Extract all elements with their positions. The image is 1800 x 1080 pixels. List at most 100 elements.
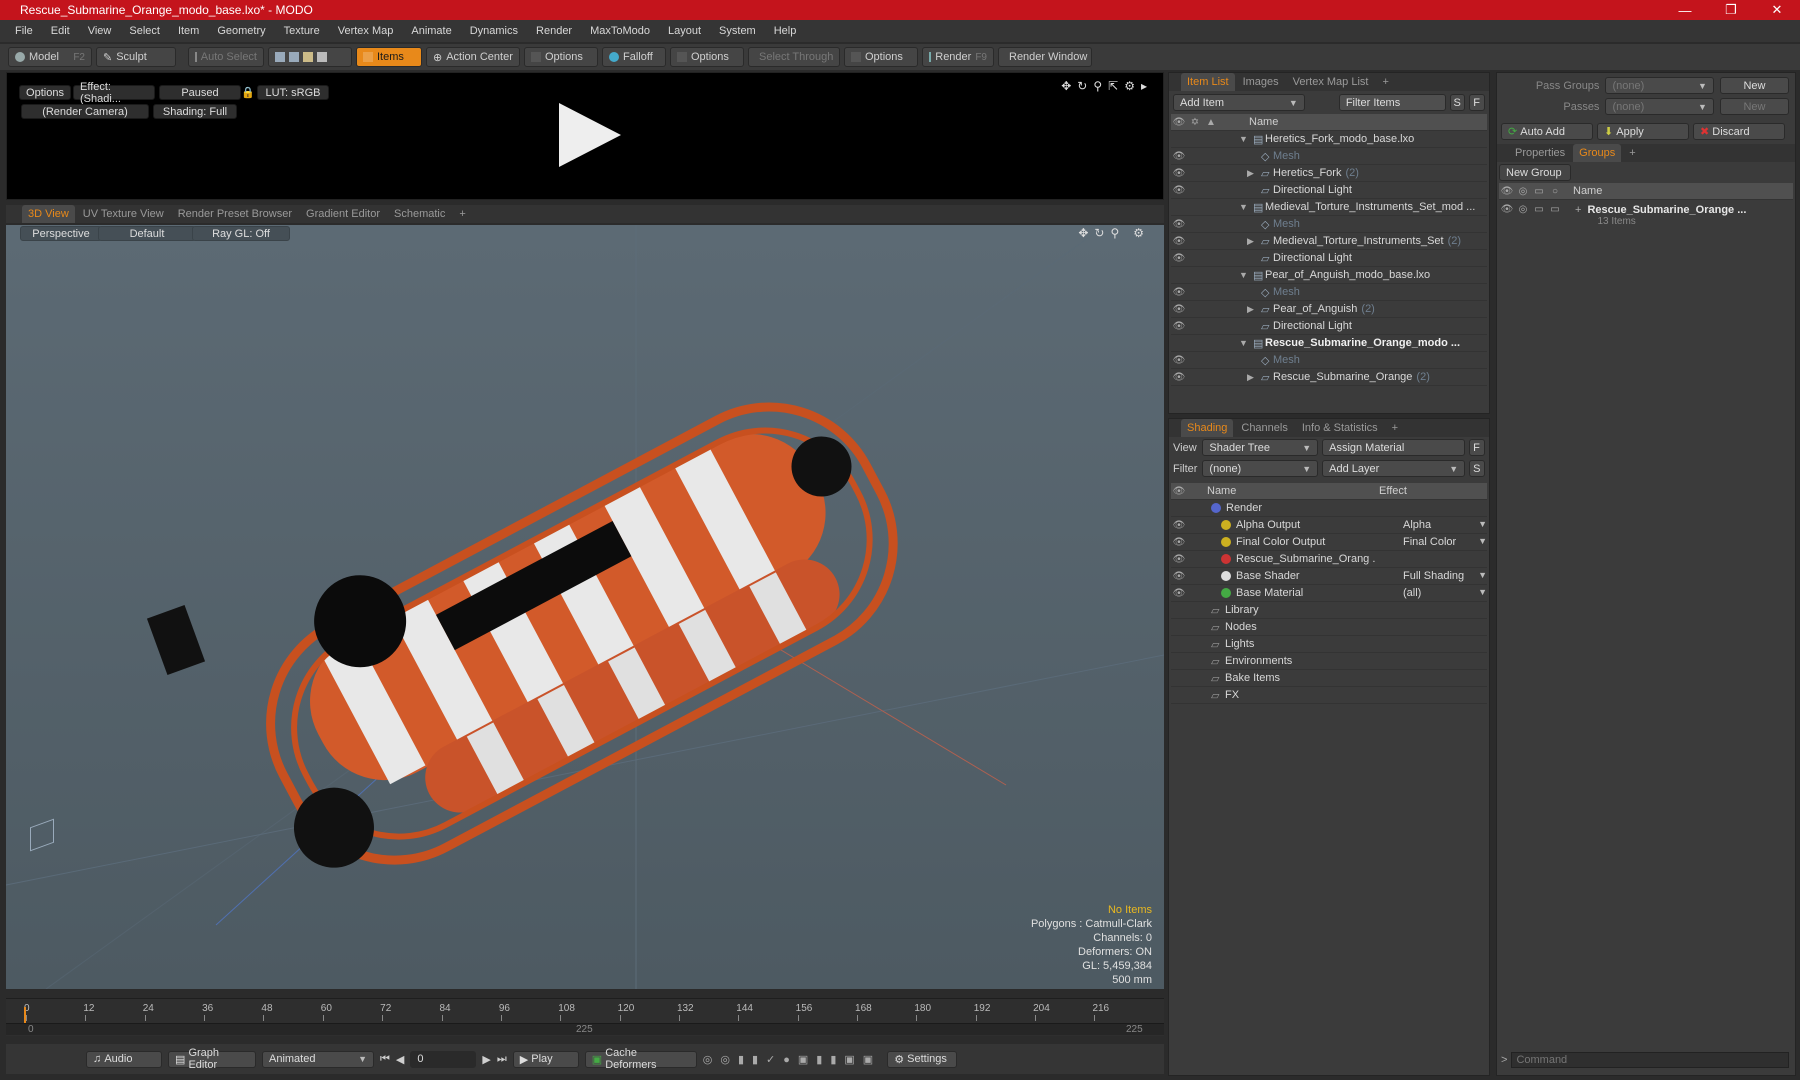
shader-tree-row[interactable]: ▱ Library bbox=[1171, 602, 1487, 619]
add-tab-icon[interactable]: + bbox=[1376, 73, 1394, 91]
graph-editor-button[interactable]: ▤ Graph Editor bbox=[168, 1047, 256, 1071]
add-tab-icon[interactable]: + bbox=[1386, 419, 1404, 437]
expand-arrow-icon[interactable]: ▶ bbox=[1247, 236, 1261, 247]
menu-view[interactable]: View bbox=[79, 25, 121, 37]
cache-deformers-button[interactable]: ▣ Cache Deformers bbox=[584, 1047, 697, 1071]
key-tool-icons[interactable]: ◎◎▮▮✓●▣▮▮▣▣ bbox=[703, 1053, 881, 1066]
go-end-icon[interactable]: ⏭ bbox=[497, 1053, 507, 1066]
view-dropdown[interactable]: Shader Tree ▼ bbox=[1202, 439, 1319, 456]
shading-s-button[interactable]: S bbox=[1469, 460, 1485, 477]
menu-select[interactable]: Select bbox=[120, 25, 169, 37]
menu-vertex-map[interactable]: Vertex Map bbox=[329, 25, 403, 37]
preview-options-button[interactable]: Options bbox=[19, 85, 71, 100]
minimize-icon[interactable]: — bbox=[1662, 3, 1708, 18]
visibility-icon[interactable]: 👁 bbox=[1171, 355, 1187, 366]
expand-arrow-icon[interactable]: ▶ bbox=[1247, 304, 1261, 315]
settings-button[interactable]: ⚙ Settings bbox=[887, 1050, 958, 1068]
visibility-icon[interactable]: 👁 bbox=[1171, 372, 1187, 383]
menu-system[interactable]: System bbox=[710, 25, 765, 37]
effect-dropdown[interactable]: Final Color ▼ bbox=[1403, 536, 1487, 548]
shader-tree-row[interactable]: ▱ Lights bbox=[1171, 636, 1487, 653]
vertex-mode-icon[interactable] bbox=[275, 52, 285, 62]
apply-button[interactable]: ⬇ Apply bbox=[1597, 123, 1689, 140]
visibility-icon[interactable]: 👁 bbox=[1171, 287, 1187, 298]
menu-texture[interactable]: Texture bbox=[275, 25, 329, 37]
lut-dropdown[interactable]: LUT: sRGB bbox=[257, 85, 329, 100]
3d-viewport[interactable]: Perspective Default Ray GL: Off ✥↻⚲ ⚙ No… bbox=[6, 225, 1164, 989]
visibility-icon[interactable]: 👁 bbox=[1171, 168, 1187, 179]
falloff-button[interactable]: Falloff bbox=[602, 47, 666, 67]
shader-tree-row[interactable]: 👁 Base Material (all) ▼ bbox=[1171, 585, 1487, 602]
action-center-options-button[interactable]: Options bbox=[524, 47, 598, 67]
expand-icon[interactable]: + bbox=[1575, 204, 1581, 232]
go-start-icon[interactable]: ⏮ bbox=[380, 1053, 390, 1066]
tab-uv-texture-view[interactable]: UV Texture View bbox=[77, 205, 170, 223]
play-preview-icon[interactable] bbox=[559, 103, 621, 167]
shading-dropdown[interactable]: Shading: Full bbox=[153, 104, 237, 119]
discard-button[interactable]: ✖ Discard bbox=[1693, 123, 1785, 140]
shader-tree-row[interactable]: 👁 Final Color Output Final Color ▼ bbox=[1171, 534, 1487, 551]
expand-arrow-icon[interactable]: ▼ bbox=[1239, 270, 1253, 280]
tab-3d-view[interactable]: 3D View bbox=[22, 205, 75, 223]
effect-dropdown[interactable]: Effect: (Shadi... bbox=[73, 81, 155, 105]
visibility-icon[interactable]: 👁 bbox=[1171, 520, 1187, 531]
add-tab-icon[interactable]: + bbox=[453, 205, 471, 223]
visibility-icon[interactable]: 👁 bbox=[1171, 537, 1187, 548]
filter-s-button[interactable]: S bbox=[1449, 94, 1466, 111]
item-list-row[interactable]: 👁 ▶ ▱ Pear_of_Anguish (2) bbox=[1171, 301, 1487, 318]
menu-edit[interactable]: Edit bbox=[42, 25, 79, 37]
add-layer-dropdown[interactable]: Add Layer ▼ bbox=[1322, 460, 1466, 477]
menu-item[interactable]: Item bbox=[169, 25, 208, 37]
play-button[interactable]: ▶ Play bbox=[512, 1050, 579, 1068]
tab-item-list[interactable]: Item List bbox=[1181, 73, 1235, 91]
select-through-button[interactable]: Select Through bbox=[748, 47, 840, 67]
next-key-icon[interactable]: ▶ bbox=[482, 1053, 490, 1066]
item-list-row[interactable]: ▼ ▤ Medieval_Torture_Instruments_Set_mod .… bbox=[1171, 199, 1487, 216]
visibility-icon[interactable]: 👁 bbox=[1171, 588, 1187, 599]
item-list-row[interactable]: 👁 ◇ Mesh bbox=[1171, 148, 1487, 165]
shader-tree-row[interactable]: ▱ Environments bbox=[1171, 653, 1487, 670]
menu-render[interactable]: Render bbox=[527, 25, 581, 37]
edge-mode-icon[interactable] bbox=[289, 52, 299, 62]
item-list-row[interactable]: ▼ ▤ Rescue_Submarine_Orange_modo ... bbox=[1171, 335, 1487, 352]
shader-tree-row[interactable]: ▱ FX bbox=[1171, 687, 1487, 704]
fit-icon[interactable]: ⇱ bbox=[1108, 79, 1124, 93]
pass-groups-dropdown[interactable]: (none) ▼ bbox=[1605, 77, 1714, 94]
shader-tree-row[interactable]: ▱ Nodes bbox=[1171, 619, 1487, 636]
frame-input[interactable]: 0 bbox=[410, 1050, 477, 1068]
filter-f-button[interactable]: F bbox=[1469, 94, 1485, 111]
group-row[interactable]: 👁 ◎ ▭ ▭ + Rescue_Submarine_Orange ... 13… bbox=[1497, 202, 1795, 234]
expand-arrow-icon[interactable]: ▼ bbox=[1239, 202, 1253, 212]
menu-geometry[interactable]: Geometry bbox=[208, 25, 274, 37]
tab-images[interactable]: Images bbox=[1237, 73, 1285, 91]
animated-dropdown[interactable]: Animated ▼ bbox=[262, 1050, 374, 1068]
select-toggle-icon[interactable]: ▭ bbox=[1547, 204, 1563, 232]
expand-arrow-icon[interactable]: ▶ bbox=[1247, 168, 1261, 179]
item-list-row[interactable]: 👁 ▱ Directional Light bbox=[1171, 182, 1487, 199]
new-group-button[interactable]: New Group bbox=[1499, 164, 1571, 181]
expand-arrow-icon[interactable]: ▶ bbox=[1247, 372, 1261, 383]
new-pass-button[interactable]: New bbox=[1719, 98, 1790, 115]
item-list-row[interactable]: 👁 ▶ ▱ Medieval_Torture_Instruments_Set (2) bbox=[1171, 233, 1487, 250]
visibility-icon[interactable]: 👁 bbox=[1171, 185, 1187, 196]
menu-dynamics[interactable]: Dynamics bbox=[461, 25, 527, 37]
falloff-options-button[interactable]: Options bbox=[670, 47, 744, 67]
preview-nav-icons[interactable]: ✥↻⚲⇱⚙▸ bbox=[1061, 79, 1153, 93]
expand-arrow-icon[interactable]: ▼ bbox=[1239, 134, 1253, 144]
render-window-button[interactable]: Render Window bbox=[998, 47, 1092, 67]
auto-select-button[interactable]: Auto Select bbox=[188, 47, 264, 67]
prev-key-icon[interactable]: ◀ bbox=[396, 1053, 404, 1066]
visibility-icon[interactable]: 👁 bbox=[1171, 321, 1187, 332]
rotate-icon[interactable]: ↻ bbox=[1077, 79, 1093, 93]
effect-dropdown[interactable]: Alpha ▼ bbox=[1403, 519, 1487, 531]
gear-icon[interactable]: ⚙ bbox=[1124, 79, 1141, 93]
new-pass-group-button[interactable]: New bbox=[1719, 77, 1790, 94]
shader-tree-row[interactable]: ▱ Bake Items bbox=[1171, 670, 1487, 687]
material-mode-icon[interactable] bbox=[317, 52, 327, 62]
expand-arrow-icon[interactable]: ▼ bbox=[1239, 338, 1253, 348]
tab-render-preset-browser[interactable]: Render Preset Browser bbox=[172, 205, 298, 223]
audio-button[interactable]: ♫ Audio bbox=[86, 1050, 162, 1068]
item-list-row[interactable]: 👁 ▶ ▱ Rescue_Submarine_Orange (2) bbox=[1171, 369, 1487, 386]
sculpt-button[interactable]: ✎ Sculpt bbox=[96, 47, 176, 67]
render-toggle-icon[interactable]: ◎ bbox=[1515, 204, 1531, 232]
